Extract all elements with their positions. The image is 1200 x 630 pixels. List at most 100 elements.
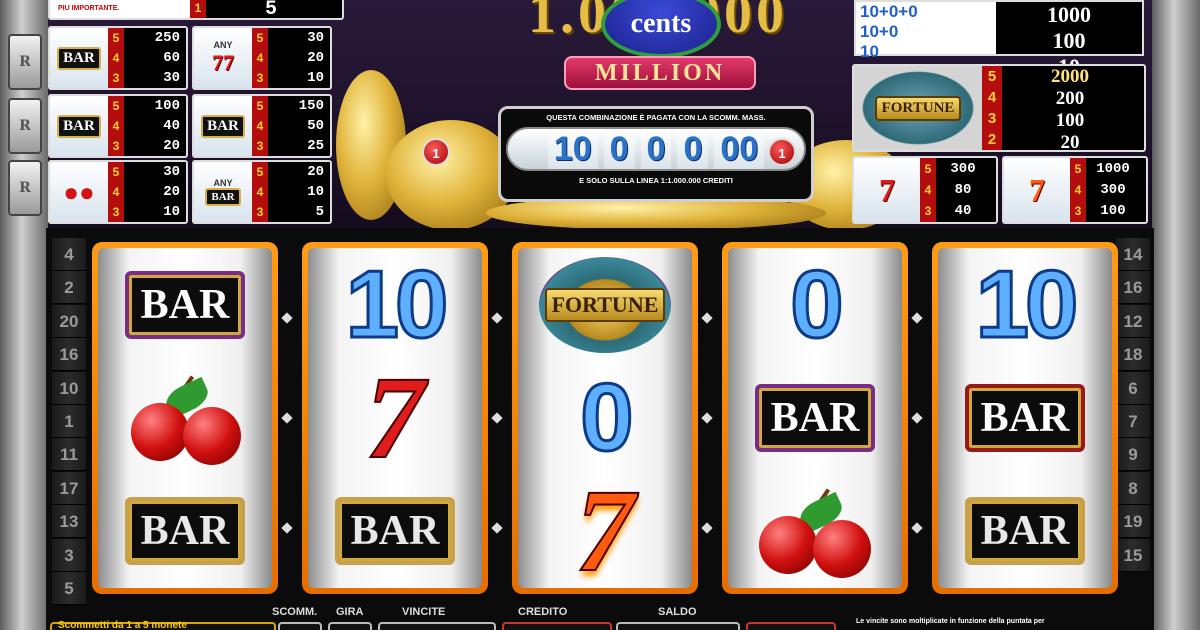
payline-number[interactable]: 20 bbox=[52, 304, 86, 338]
reel-symbol-zero: 0 bbox=[518, 362, 692, 472]
pay-value: 20 bbox=[163, 138, 180, 154]
payline-marker bbox=[491, 312, 503, 324]
any-bar-icon: BAR bbox=[205, 188, 241, 206]
payline-number[interactable]: 16 bbox=[1116, 271, 1150, 305]
spin-button[interactable] bbox=[328, 622, 372, 630]
pay-value: 50 bbox=[307, 118, 324, 134]
payline-number[interactable]: 18 bbox=[1116, 338, 1150, 372]
payline-number[interactable]: 4 bbox=[52, 238, 86, 271]
reel-symbol-ten: 10 bbox=[308, 249, 482, 359]
reel-symbol-zero: 0 bbox=[728, 249, 902, 359]
reel-1: BAR BAR bbox=[92, 242, 278, 594]
pay-count: 4 bbox=[1074, 182, 1082, 197]
pay-count: 4 bbox=[987, 89, 997, 106]
balance-display bbox=[616, 622, 740, 630]
pay-value: 80 bbox=[954, 181, 972, 198]
pay-count: 5 bbox=[256, 31, 264, 45]
bet-label: SCOMM. bbox=[272, 606, 318, 618]
seven-icon: 7 bbox=[365, 351, 426, 484]
side-stub: R bbox=[8, 160, 42, 216]
payline-number[interactable]: 13 bbox=[52, 505, 86, 539]
payline-number[interactable]: 16 bbox=[52, 338, 86, 372]
payline-marker bbox=[281, 412, 293, 424]
pay-count: 4 bbox=[112, 51, 120, 65]
payline-number[interactable]: 15 bbox=[1116, 538, 1150, 572]
reel-2: 10 7 BAR bbox=[302, 242, 488, 594]
pay-count: 5 bbox=[987, 68, 997, 85]
cherry-icon bbox=[125, 373, 245, 465]
pay-count: 5 bbox=[112, 165, 120, 179]
pay-value: 5 bbox=[315, 204, 324, 220]
payline-number[interactable]: 17 bbox=[52, 471, 86, 505]
pay-count: 5 bbox=[256, 165, 264, 179]
pay-count: 4 bbox=[256, 119, 264, 133]
pay-value: 250 bbox=[154, 30, 180, 46]
reel-symbol-cherry bbox=[728, 477, 902, 585]
payline-number[interactable]: 11 bbox=[52, 438, 86, 472]
fortune-label: FORTUNE bbox=[874, 95, 962, 121]
payline-marker bbox=[911, 312, 923, 324]
pay-value: 20 bbox=[163, 184, 180, 200]
reel-symbol-fortune: FORTUNE bbox=[518, 251, 692, 359]
jackpot-note-bottom: E SOLO SULLA LINEA 1:1.000.000 CREDITI bbox=[579, 176, 733, 185]
top-left-pay-cell: PIU IMPORTANTE. 1 5 bbox=[48, 0, 344, 20]
pay-value: 10 bbox=[307, 70, 324, 86]
jackpot-digit: 0 bbox=[603, 129, 635, 169]
combo-label: 10+0 bbox=[860, 22, 899, 41]
payline-number[interactable]: 6 bbox=[1116, 371, 1150, 405]
payline-number[interactable]: 3 bbox=[52, 538, 86, 572]
pay-value: 20 bbox=[307, 50, 324, 66]
action-button[interactable] bbox=[746, 622, 836, 630]
pay-count: 4 bbox=[112, 185, 120, 199]
payline-number[interactable]: 1 bbox=[52, 404, 86, 438]
payline-number[interactable]: 7 bbox=[1116, 404, 1150, 438]
jackpot-digit: 00 bbox=[714, 129, 765, 169]
pay-value: 1000 bbox=[1047, 2, 1091, 27]
bar-icon: BAR bbox=[124, 497, 246, 566]
pay-count: 3 bbox=[924, 204, 932, 219]
payline-marker bbox=[491, 522, 503, 534]
payline-number[interactable]: 14 bbox=[1116, 238, 1150, 271]
important-note: PIU IMPORTANTE. bbox=[50, 0, 190, 18]
reel-symbol-bar: BAR bbox=[98, 251, 272, 359]
reel-symbol-bar: BAR bbox=[938, 364, 1112, 472]
pay-count: 5 bbox=[112, 99, 120, 113]
pay-value: 30 bbox=[307, 30, 324, 46]
payline-number[interactable]: 9 bbox=[1116, 438, 1150, 472]
any-label: ANY bbox=[213, 178, 233, 188]
pay-count: 2 bbox=[987, 131, 997, 148]
pay-count: 4 bbox=[256, 185, 264, 199]
pay-count: 3 bbox=[1074, 204, 1082, 219]
payline-number[interactable]: 10 bbox=[52, 371, 86, 405]
payline-number[interactable]: 5 bbox=[52, 571, 86, 605]
reel-area: 4 2 20 16 10 1 11 17 13 3 5 14 16 12 18 … bbox=[46, 228, 1154, 630]
pay-value: 10 bbox=[307, 184, 324, 200]
double-bar-icon: BAR bbox=[57, 114, 101, 138]
wins-label: VINCITE bbox=[402, 606, 446, 618]
pay-count: 3 bbox=[256, 205, 264, 219]
paytable-header: PIU IMPORTANTE. 1 5 BAR 543 250 60 30 ANY 7… bbox=[46, 0, 1154, 230]
payline-number[interactable]: 19 bbox=[1116, 505, 1150, 539]
pay-value: 200 bbox=[1055, 88, 1085, 109]
zero-icon: 0 bbox=[789, 249, 845, 359]
payline-number[interactable]: 2 bbox=[52, 271, 86, 305]
pay-cell-triple-bar: BAR 5 4 3 150 50 25 bbox=[192, 94, 332, 158]
pay-value: 60 bbox=[163, 50, 180, 66]
payline-number[interactable]: 8 bbox=[1116, 471, 1150, 505]
payout-note: Le vincite sono moltiplicate in funzione… bbox=[856, 618, 1045, 625]
fortune-icon: FORTUNE bbox=[854, 66, 982, 150]
pay-cell-cherry: ●● 5 4 3 30 20 10 bbox=[48, 160, 188, 224]
logo-cents: cents bbox=[601, 0, 721, 58]
pay-value: 2000 bbox=[1051, 66, 1089, 87]
left-payline-numbers: 4 2 20 16 10 1 11 17 13 3 5 bbox=[52, 238, 86, 605]
right-payline-numbers: 14 16 12 18 6 7 9 8 19 15 bbox=[1116, 238, 1150, 572]
pay-value: 30 bbox=[163, 70, 180, 86]
reel-3: FORTUNE 0 7 bbox=[512, 242, 698, 597]
reel-5: 10 BAR BAR bbox=[932, 242, 1118, 594]
reel-symbol-ten: 10 bbox=[938, 249, 1112, 359]
bet-button[interactable] bbox=[278, 622, 322, 630]
pay-value: 10 bbox=[163, 204, 180, 220]
jackpot-digits: 10 0 0 0 00 bbox=[506, 127, 806, 171]
payline-number[interactable]: 12 bbox=[1116, 304, 1150, 338]
payline-marker bbox=[701, 312, 713, 324]
